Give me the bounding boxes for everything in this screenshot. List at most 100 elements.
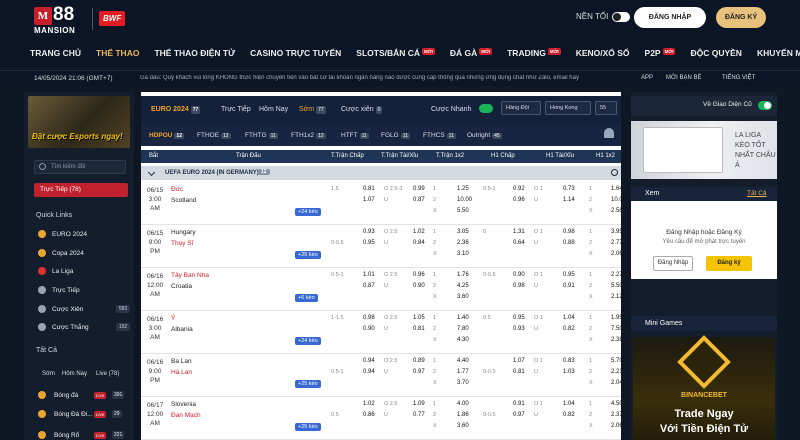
toggle-icon[interactable]: [612, 12, 631, 22]
market-tab-1[interactable]: FTHOE 12: [197, 132, 231, 139]
app-link[interactable]: APP: [641, 75, 653, 81]
odds-value[interactable]: 0.99: [413, 186, 425, 192]
more-markets-button[interactable]: +25 kèo: [295, 251, 321, 259]
match-row[interactable]: 06/17 12:00 AM Slovenia Đan Mạch +25 kèo 0.5 1.…: [141, 398, 623, 440]
market-tab-3[interactable]: FTH1x2 12: [291, 132, 326, 139]
odds-value[interactable]: 2.77: [611, 240, 623, 246]
more-markets-button[interactable]: +24 kèo: [295, 208, 321, 216]
odds-value[interactable]: 1.04: [563, 315, 575, 321]
quick-link-3[interactable]: Trực Tiếp: [38, 286, 128, 294]
more-markets-button[interactable]: +6 kèo: [295, 294, 318, 302]
odds-value[interactable]: 1.77: [457, 369, 469, 375]
nav-item-6[interactable]: TRADING MỚI: [507, 48, 561, 62]
market-tab-5[interactable]: FGLG 11: [381, 132, 410, 139]
odds-value[interactable]: 1.07: [513, 358, 525, 364]
odds-value[interactable]: 1.03: [563, 369, 575, 375]
odds-value[interactable]: 4.00: [457, 401, 469, 407]
odds-value[interactable]: 0.73: [563, 186, 575, 192]
odds-value[interactable]: 1.31: [513, 229, 525, 235]
match-row[interactable]: 06/16 12:00 AM Tây Ban Nha Croatia +6 kèo 0.5-…: [141, 269, 623, 311]
odds-value[interactable]: 0.81: [413, 326, 425, 332]
odds-value[interactable]: 0.81: [363, 186, 375, 192]
odds-value[interactable]: 2.12: [611, 294, 623, 300]
odds-value[interactable]: 3.60: [457, 294, 469, 300]
match-row[interactable]: 06/15 3:00 AM Đức Scotland +24 kèo 1.5 0.81 1.07…: [141, 183, 626, 225]
tab-today-center[interactable]: Hôm Nay: [259, 106, 288, 113]
market-tab-7[interactable]: Outright 45: [467, 132, 502, 139]
odds-value[interactable]: 0.88: [563, 240, 575, 246]
odds-value[interactable]: 4.30: [457, 337, 469, 343]
odds-value[interactable]: 0.87: [363, 283, 375, 289]
odds-value[interactable]: 0.94: [363, 358, 375, 364]
odds-value[interactable]: 2.36: [457, 240, 469, 246]
odds-value[interactable]: 0.82: [563, 326, 575, 332]
odds-value[interactable]: 3.95: [611, 229, 623, 235]
odds-value[interactable]: 3.70: [457, 380, 469, 386]
odds-value[interactable]: 2.58: [611, 208, 623, 214]
quick-link-2[interactable]: La Liga: [38, 267, 128, 275]
odds-value[interactable]: 0.90: [413, 283, 425, 289]
laliga-banner[interactable]: LA LIGA KÈO TỐT NHẤT CHÂU Á: [631, 121, 777, 179]
tab-today[interactable]: Hôm Nay: [62, 371, 87, 377]
nav-item-9[interactable]: ĐỘC QUYỀN: [690, 48, 741, 62]
quick-link-1[interactable]: Copa 2024: [38, 249, 128, 257]
odds-value[interactable]: 0.87: [413, 197, 425, 203]
odds-value[interactable]: 0.96: [413, 272, 425, 278]
odds-value[interactable]: 3.60: [457, 423, 469, 429]
quick-bet-toggle[interactable]: [479, 104, 493, 113]
odds-value[interactable]: 2.37: [611, 412, 623, 418]
language-selector[interactable]: TIẾNG VIỆT: [722, 75, 755, 81]
m88-logo[interactable]: M 88 MANSION: [34, 4, 86, 35]
odds-value[interactable]: 0.95: [513, 315, 525, 321]
odds-value[interactable]: 0.89: [413, 358, 425, 364]
odds-value[interactable]: 7.80: [457, 326, 469, 332]
binance-promo-banner[interactable]: BINANCEBET Trade Ngay Với Tiền Điện Tử: [633, 335, 775, 440]
market-tab-2[interactable]: FTHTG 11: [245, 132, 278, 139]
odds-value[interactable]: 0.95: [363, 240, 375, 246]
tab-early[interactable]: Sớm: [42, 371, 55, 377]
odds-format-dropdown[interactable]: Hong Kong: [545, 101, 591, 115]
view-all-link[interactable]: Tất Cả: [747, 190, 767, 197]
odds-value[interactable]: 0.83: [563, 358, 575, 364]
odds-value[interactable]: 0.81: [513, 369, 525, 375]
odds-value[interactable]: 0.91: [513, 401, 525, 407]
odds-value[interactable]: 1.95: [611, 315, 623, 321]
chevron-down-icon[interactable]: [147, 168, 156, 177]
odds-value[interactable]: 0.95: [563, 272, 575, 278]
odds-value[interactable]: 0.82: [563, 412, 575, 418]
tab-live-center[interactable]: Trực Tiếp: [221, 106, 251, 113]
match-row[interactable]: 06/15 9:00 PM Hungary Thụy Sĩ +25 kèo 0-0.5 0.9…: [141, 226, 623, 268]
team-search-input[interactable]: Tìm kiếm đội: [34, 160, 126, 174]
parlay-tab[interactable]: Cược xiên 0: [341, 106, 383, 114]
odds-value[interactable]: 1.05: [413, 315, 425, 321]
odds-value[interactable]: 0.97: [513, 412, 525, 418]
nav-item-3[interactable]: CASINO TRỰC TUYẾN: [250, 48, 341, 62]
odds-value[interactable]: 0.84: [413, 240, 425, 246]
odds-value[interactable]: 0.96: [513, 197, 525, 203]
quick-link-0[interactable]: EURO 2024: [38, 230, 128, 238]
odds-value[interactable]: 10.00: [611, 197, 626, 203]
odds-value[interactable]: 0.92: [513, 186, 525, 192]
odds-value[interactable]: 1.64: [611, 186, 623, 192]
odds-value[interactable]: 2.27: [611, 272, 623, 278]
odds-value[interactable]: 0.77: [413, 412, 425, 418]
odds-value[interactable]: 5.50: [457, 208, 469, 214]
odds-value[interactable]: 7.50: [611, 326, 623, 332]
odds-value[interactable]: 0.64: [513, 240, 525, 246]
odds-value[interactable]: 4.25: [457, 283, 469, 289]
tab-early-center[interactable]: Sớm 77: [299, 106, 326, 114]
odds-value[interactable]: 2.04: [611, 380, 623, 386]
odds-value[interactable]: 1.02: [363, 401, 375, 407]
odds-value[interactable]: 1.40: [457, 315, 469, 321]
market-tab-6[interactable]: FTHCS 11: [423, 132, 456, 139]
nav-item-10[interactable]: KHUYẾN MÃI: [757, 48, 800, 62]
odds-value[interactable]: 0.91: [563, 283, 575, 289]
register-button[interactable]: ĐĂNG KÝ: [716, 7, 766, 28]
odds-value[interactable]: 1.01: [363, 272, 375, 278]
nav-item-0[interactable]: TRANG CHỦ: [30, 48, 81, 62]
odds-value[interactable]: 2.21: [611, 369, 623, 375]
odds-value[interactable]: 1.86: [457, 412, 469, 418]
odds-value[interactable]: 1.07: [363, 197, 375, 203]
sport-item-0[interactable]: Bóng đá Live 391: [38, 391, 128, 399]
odds-value[interactable]: 5.50: [611, 283, 623, 289]
